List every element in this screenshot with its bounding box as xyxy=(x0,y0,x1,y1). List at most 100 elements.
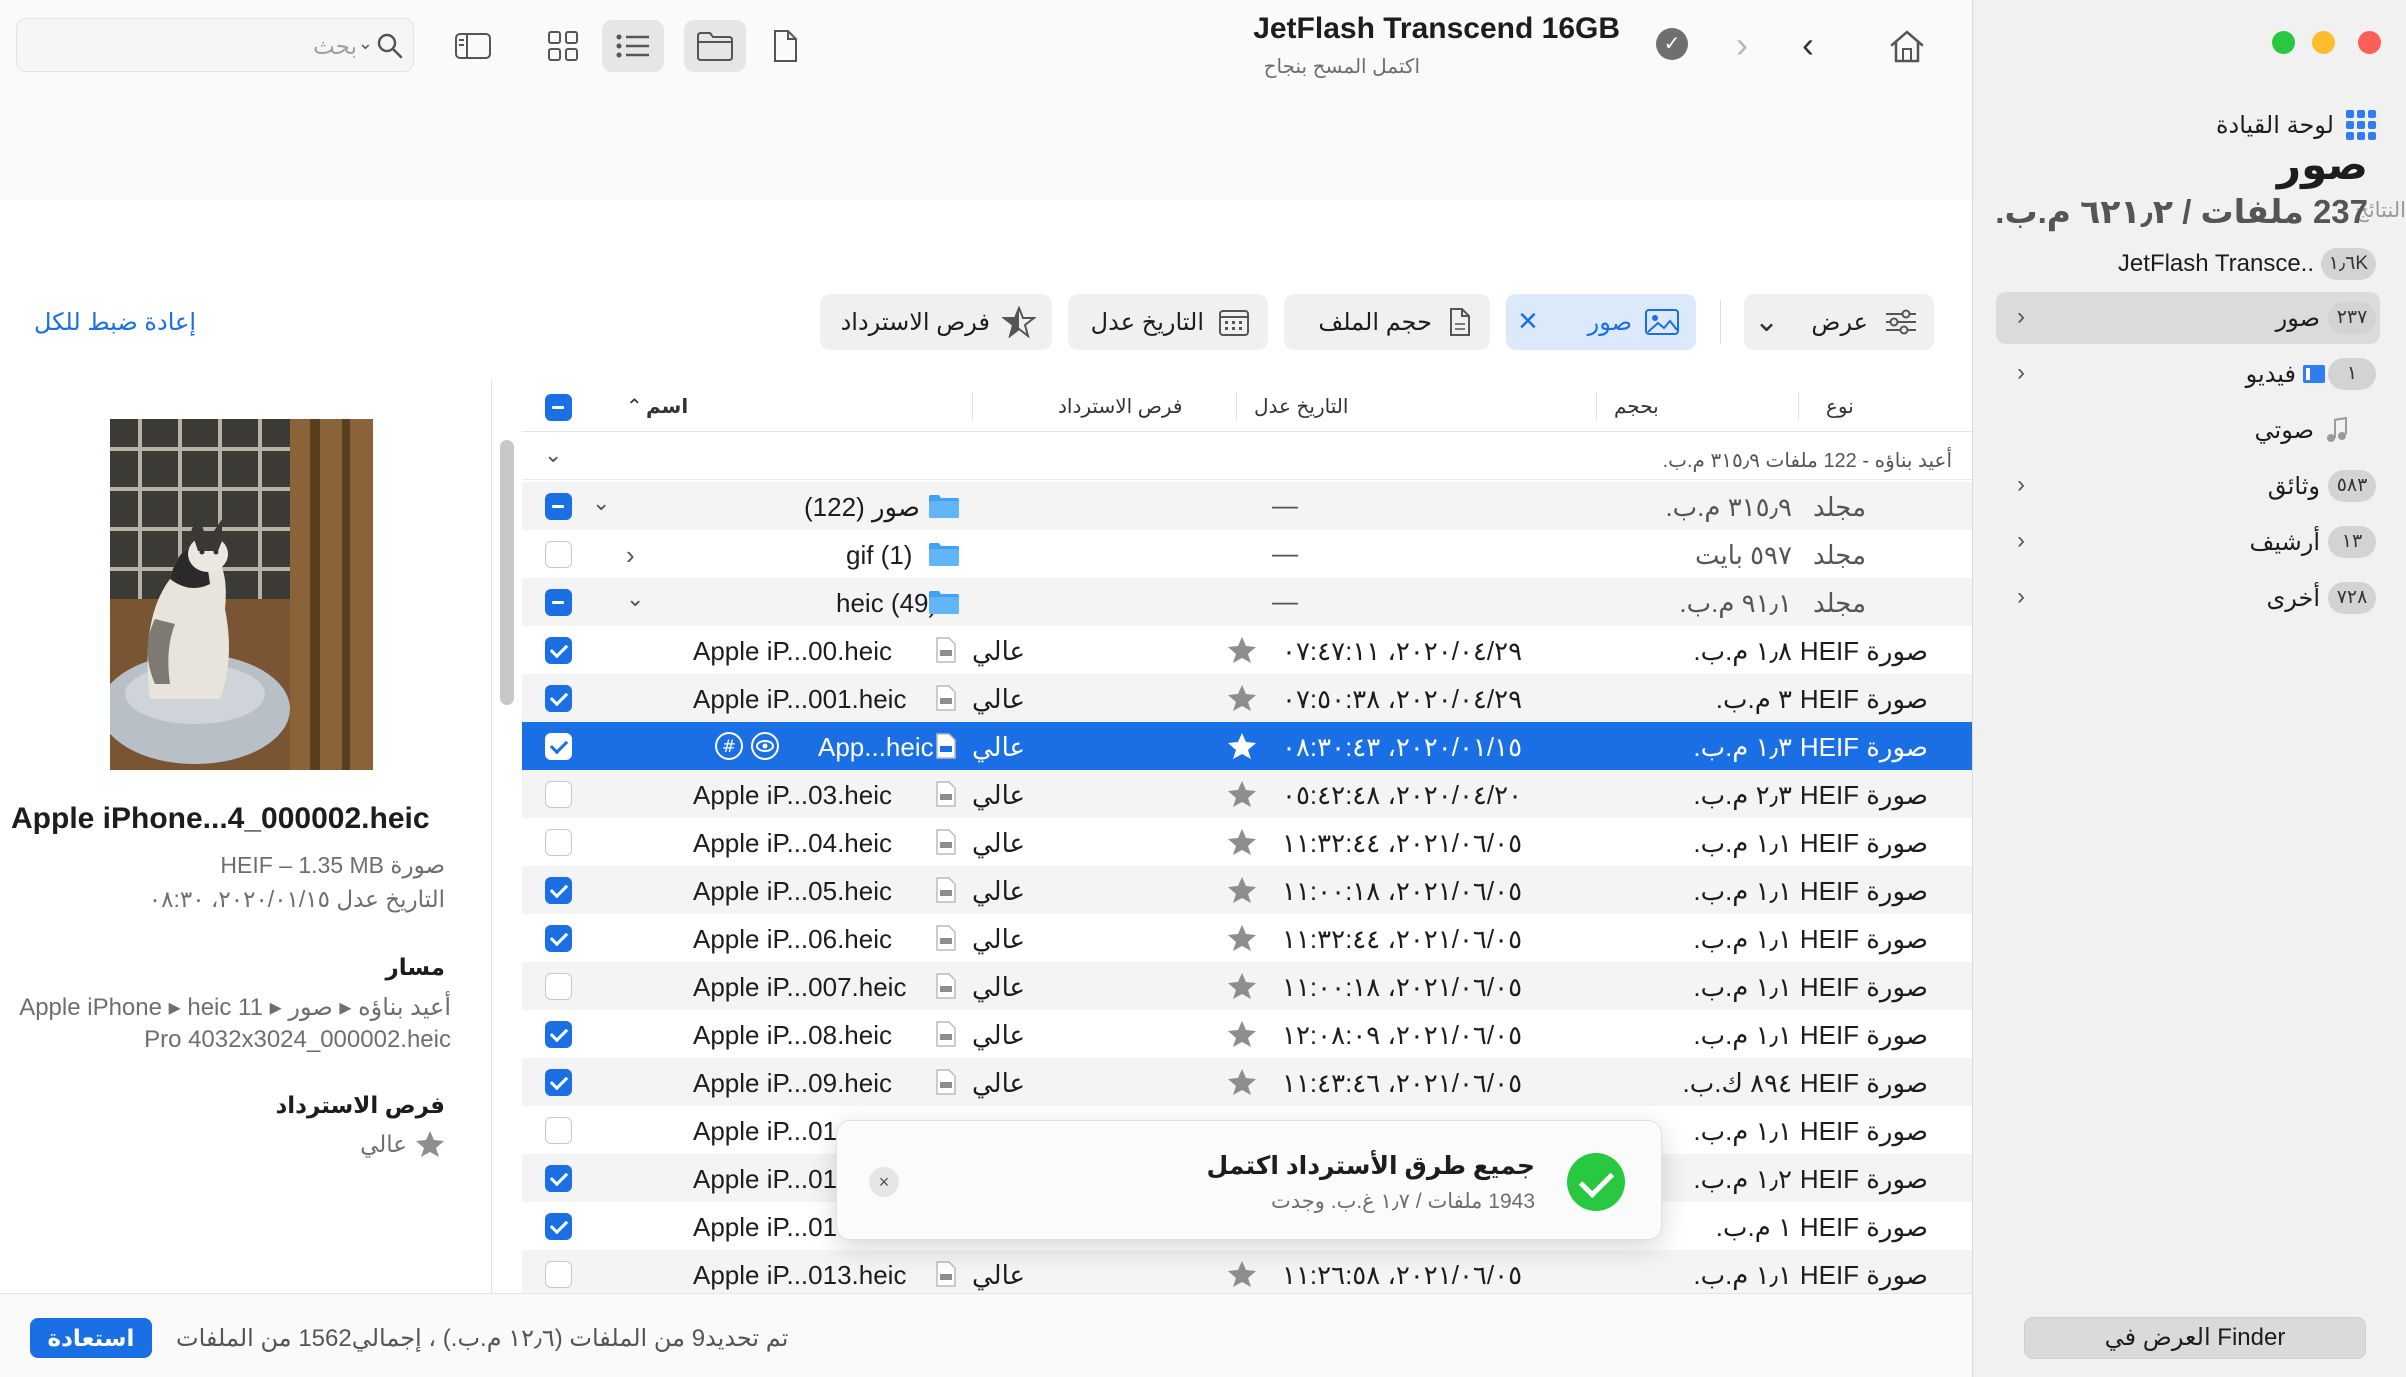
folder-row[interactable]: › gif (1) — ٥٩٧ بايت مجلد xyxy=(522,530,1972,578)
table-row[interactable]: Apple iP...04.heic عالي ٢٠٢١/٠٦/٠٥، ١١:٣… xyxy=(522,818,1972,866)
sidebar-item-other[interactable]: › أخرى ٧٢٨ xyxy=(1996,572,2380,624)
table-row[interactable]: Apple iP...013.heic عالي ٢٠٢١/٠٦/٠٥، ١١:… xyxy=(522,1250,1972,1298)
row-checkbox[interactable] xyxy=(545,733,572,760)
chevron-right-icon[interactable]: › xyxy=(2008,360,2034,386)
window-title: JetFlash Transcend 16GB xyxy=(1253,12,1620,45)
recovery-chance: عالي xyxy=(972,1260,1026,1290)
photo-thumbnail[interactable] xyxy=(110,419,373,770)
scrollbar-thumb[interactable] xyxy=(500,440,514,705)
sidebar-item-archive[interactable]: › أرشيف ١٣ xyxy=(1996,516,2380,568)
file-size: ١٫٣ م.ب. xyxy=(1693,732,1792,762)
row-checkbox[interactable] xyxy=(545,781,572,808)
file-size: ٣ م.ب. xyxy=(1715,684,1792,714)
table-row[interactable]: Apple iP...09.heic عالي ٢٠٢١/٠٦/٠٥، ١١:٤… xyxy=(522,1058,1972,1106)
count-badge: ١ xyxy=(2328,358,2376,390)
home-button[interactable] xyxy=(1876,20,1938,72)
clear-filter-icon[interactable]: × xyxy=(1518,302,1538,341)
recovery-chances-filter-button[interactable]: فرص الاسترداد xyxy=(820,294,1052,350)
table-row[interactable]: App...heic عالي ٢٠٢٠/٠١/١٥، ٠٨:٣٠:٤٣ ١٫٣… xyxy=(522,722,1972,770)
table-row[interactable]: Apple iP...007.heic عالي ٢٠٢١/٠٦/٠٥، ١١:… xyxy=(522,962,1972,1010)
row-checkbox[interactable] xyxy=(545,1021,572,1048)
sidebar-item-documents[interactable]: › وثائق ٥٨٣ xyxy=(1996,460,2380,512)
sidebar-toggle-button[interactable] xyxy=(442,20,504,72)
row-checkbox[interactable] xyxy=(545,1165,572,1192)
restore-button[interactable]: استعادة xyxy=(30,1318,152,1358)
row-checkbox[interactable] xyxy=(545,493,572,520)
table-row[interactable]: Apple iP...06.heic عالي ٢٠٢١/٠٦/٠٥، ١١:٣… xyxy=(522,914,1972,962)
file-size: ١٫١ م.ب. xyxy=(1693,828,1792,858)
dashboard-label: لوحة القيادة xyxy=(2215,111,2334,139)
row-checkbox[interactable] xyxy=(545,637,572,664)
heic-file-icon xyxy=(936,877,956,903)
chevron-right-icon[interactable]: › xyxy=(2008,584,2034,610)
star-icon xyxy=(1228,829,1256,855)
date-modified: ٢٠٢٠/٠١/١٥، ٠٨:٣٠:٤٣ xyxy=(1282,732,1523,762)
count-badge: ٢٣٧ xyxy=(2328,302,2376,334)
row-checkbox[interactable] xyxy=(545,925,572,952)
chevron-right-icon[interactable]: › xyxy=(626,540,635,571)
column-size[interactable]: بحجم xyxy=(1614,394,1659,419)
file-size-filter-button[interactable]: حجم الملف xyxy=(1284,294,1490,350)
sidebar-item-audio[interactable]: صوتي xyxy=(1996,404,2380,456)
tag-and-eye-icon[interactable]: # xyxy=(714,731,784,761)
reset-all-link[interactable]: إعادة ضبط للكل xyxy=(34,308,196,337)
column-kind[interactable]: نوع xyxy=(1826,394,1854,419)
select-all-checkbox[interactable] xyxy=(545,394,572,421)
row-checkbox[interactable] xyxy=(545,877,572,904)
folder-icon xyxy=(929,495,959,518)
row-checkbox[interactable] xyxy=(545,541,572,568)
view-options-button[interactable]: عرض ⌄ xyxy=(1744,294,1934,350)
file-name: Apple iP...01 xyxy=(693,1164,838,1194)
chevron-right-icon[interactable]: › xyxy=(2008,528,2034,554)
search-field[interactable]: بحث ⌄ xyxy=(16,18,414,72)
row-checkbox[interactable] xyxy=(545,1117,572,1144)
column-date[interactable]: التاريخ عدل xyxy=(1254,394,1348,419)
chevron-down-icon[interactable]: ⌄ xyxy=(626,586,644,612)
sidebar-item-photos[interactable]: › صور ٢٣٧ xyxy=(1996,292,2380,344)
row-checkbox[interactable] xyxy=(545,685,572,712)
row-checkbox[interactable] xyxy=(545,1069,572,1096)
sidebar-item-device[interactable]: JetFlash Transce.. ١٫٦K xyxy=(1996,238,2380,290)
date-modified-filter-button[interactable]: التاريخ عدل xyxy=(1068,294,1268,350)
table-row[interactable]: Apple iP...03.heic عالي ٢٠٢٠/٠٤/٢٠، ٠٥:٤… xyxy=(522,770,1972,818)
date-modified: ٢٠٢١/٠٦/٠٥، ١١:٣٢:٤٤ xyxy=(1282,924,1523,954)
show-in-finder-button[interactable]: العرض في Finder xyxy=(2024,1317,2366,1359)
table-row[interactable]: Apple iP...08.heic عالي ٢٠٢١/٠٦/٠٥، ١٢:٠… xyxy=(522,1010,1972,1058)
row-checkbox[interactable] xyxy=(545,589,572,616)
group-header-reconstructed[interactable]: ⌄ أعيد بناؤه - 122 ملفات ٣١٥٫٩ م.ب. xyxy=(522,436,1972,480)
table-row[interactable]: Apple iP...05.heic عالي ٢٠٢١/٠٦/٠٥، ١١:٠… xyxy=(522,866,1972,914)
sidebar-item-label: صور xyxy=(2275,304,2320,332)
file-size: ١٫١ م.ب. xyxy=(1693,876,1792,906)
chevron-right-icon[interactable]: › xyxy=(2008,304,2034,330)
sidebar-item-dashboard[interactable]: لوحة القيادة xyxy=(2200,107,2376,143)
back-button[interactable]: ‹ xyxy=(1802,24,1814,66)
row-checkbox[interactable] xyxy=(545,1261,572,1288)
row-checkbox[interactable] xyxy=(545,973,572,1000)
sidebar-item-video[interactable]: › فيديو ١ xyxy=(1996,348,2380,400)
chevron-down-icon[interactable]: ⌄ xyxy=(592,490,610,516)
folder-row[interactable]: ⌄ heic (49) — ٩١٫١ م.ب. مجلد xyxy=(522,578,1972,626)
column-name[interactable]: اسم xyxy=(646,394,688,419)
row-checkbox[interactable] xyxy=(545,829,572,856)
photos-filter-chip[interactable]: صور × xyxy=(1506,294,1696,350)
minimize-window-button[interactable] xyxy=(2312,31,2335,54)
list-view-button[interactable] xyxy=(602,20,664,72)
zoom-window-button[interactable] xyxy=(2272,31,2295,54)
column-recovery[interactable]: فرص الاسترداد xyxy=(1058,394,1183,419)
chevron-right-icon[interactable]: › xyxy=(2008,472,2034,498)
file-name: Apple iP...001.heic xyxy=(693,684,907,714)
row-checkbox[interactable] xyxy=(545,1213,572,1240)
grid-view-button[interactable] xyxy=(532,20,594,72)
folder-row[interactable]: ⌄ صور (122) — ٣١٥٫٩ م.ب. مجلد xyxy=(522,482,1972,530)
folder-kind: مجلد xyxy=(1813,588,1866,618)
folder-view-button[interactable] xyxy=(684,20,746,72)
chevron-down-icon: ⌄ xyxy=(1754,305,1780,338)
close-icon[interactable]: × xyxy=(869,1167,899,1197)
close-window-button[interactable] xyxy=(2358,31,2381,54)
star-icon xyxy=(1228,973,1256,999)
forward-button[interactable]: › xyxy=(1736,24,1748,66)
chevron-down-icon[interactable]: ⌄ xyxy=(544,442,562,468)
file-view-button[interactable] xyxy=(754,20,816,72)
table-row[interactable]: Apple iP...001.heic عالي ٢٠٢٠/٠٤/٢٩، ٠٧:… xyxy=(522,674,1972,722)
table-row[interactable]: Apple iP...00.heic عالي ٢٠٢٠/٠٤/٢٩، ٠٧:٤… xyxy=(522,626,1972,674)
